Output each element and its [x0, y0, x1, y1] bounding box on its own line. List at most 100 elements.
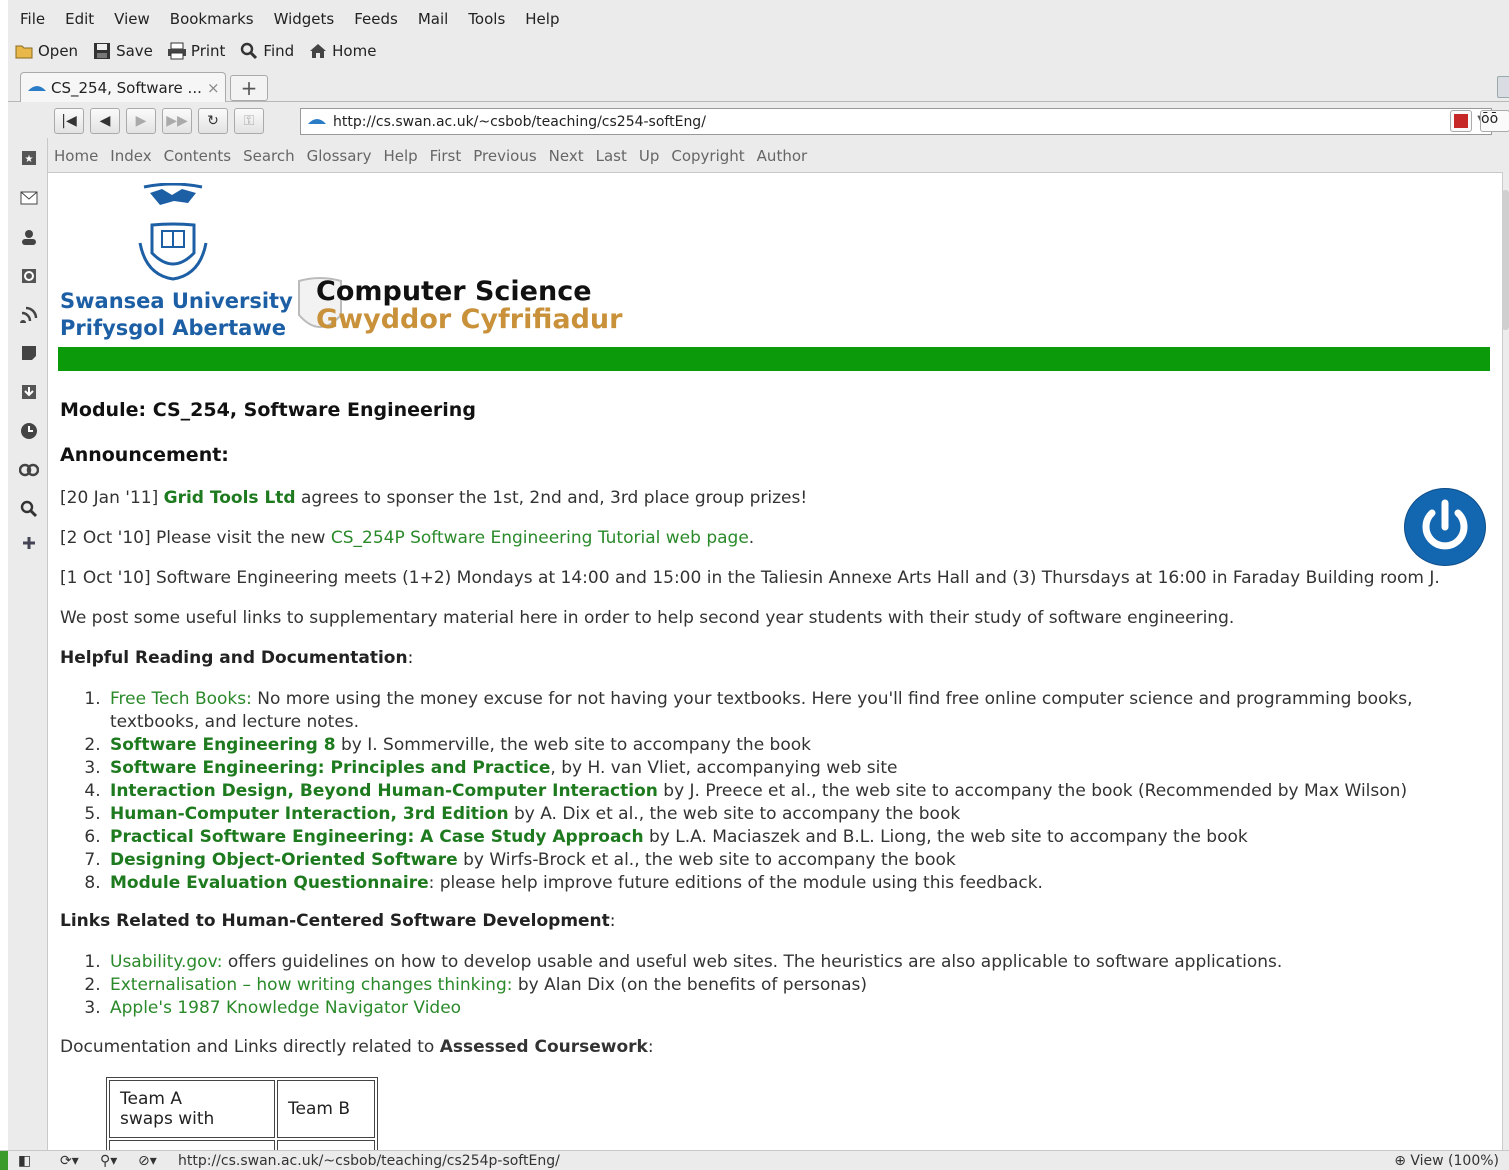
hcsd-list: Usability.gov: offers guidelines on how … — [106, 951, 1282, 1020]
folder-icon — [14, 41, 34, 61]
reading-link[interactable]: Practical Software Engineering: A Case S… — [110, 827, 644, 847]
open-button[interactable]: Open — [14, 41, 78, 61]
knowledge-navigator-link[interactable]: Apple's 1987 Knowledge Navigator Video — [110, 998, 461, 1018]
notes-panel-icon[interactable] — [19, 343, 39, 363]
reading-link[interactable]: Designing Object-Oriented Software — [110, 850, 458, 870]
list-item-text: by Alan Dix (on the benefits of personas… — [512, 975, 867, 995]
link-next[interactable]: Next — [549, 147, 584, 165]
forward-button[interactable]: ▶ — [126, 108, 156, 134]
mail-panel-icon[interactable] — [19, 188, 39, 208]
menu-feeds[interactable]: Feeds — [342, 10, 406, 28]
links-panel-icon[interactable] — [19, 460, 39, 480]
zoom-control[interactable]: ⊕ View (100%) — [1394, 1153, 1499, 1169]
usability-gov-link[interactable]: Usability.gov: — [110, 952, 222, 972]
add-panel-icon[interactable] — [19, 533, 39, 553]
rewind-icon: |◀ — [61, 113, 77, 129]
list-item: Software Engineering 8 by I. Sommerville… — [106, 734, 1413, 757]
free-tech-books-link[interactable]: Free Tech Books: — [110, 689, 252, 709]
power-button[interactable] — [1405, 489, 1485, 565]
link-home[interactable]: Home — [54, 147, 98, 165]
university-crest-icon — [138, 183, 208, 281]
rewind-button[interactable]: |◀ — [54, 108, 84, 134]
print-button[interactable]: Print — [167, 41, 226, 61]
module-title: Module: CS_254, Software Engineering — [60, 399, 476, 421]
menu-file[interactable]: File — [8, 10, 53, 28]
reading-link[interactable]: Software Engineering 8 — [110, 735, 336, 755]
reading-link[interactable]: Software Engineering: Principles and Pra… — [110, 758, 550, 778]
tab-cs254[interactable]: CS_254, Software ... × — [20, 72, 226, 102]
tab-close-icon[interactable]: × — [207, 79, 220, 97]
link-previous[interactable]: Previous — [473, 147, 536, 165]
menu-tools[interactable]: Tools — [456, 10, 513, 28]
search-panel-icon[interactable] — [19, 499, 39, 519]
page-content: Swansea University Prifysgol Abertawe Co… — [48, 172, 1502, 1150]
find-button[interactable]: Find — [239, 41, 294, 61]
link-copyright[interactable]: Copyright — [671, 147, 744, 165]
list-item-text: by J. Preece et al., the web site to acc… — [657, 781, 1408, 801]
downloads-panel-icon[interactable] — [19, 382, 39, 402]
link-contents[interactable]: Contents — [164, 147, 231, 165]
side-panel: ★ — [8, 138, 48, 1150]
externalisation-link[interactable]: Externalisation – how writing changes th… — [110, 975, 512, 995]
team-a-cell: Team Aswaps with — [109, 1080, 275, 1138]
navigation-bar: |◀ ◀ ▶ ▶▶ ↻ ⚿ http://cs.swan.ac.uk/~csbo… — [48, 104, 1509, 138]
save-button[interactable]: Save — [92, 41, 153, 61]
list-item-text: : please help improve future editions of… — [428, 873, 1043, 893]
magnifier-icon — [239, 41, 259, 61]
announcement-2: [2 Oct '10] Please visit the new CS_254P… — [60, 528, 754, 548]
menu-view[interactable]: View — [102, 10, 158, 28]
link-last[interactable]: Last — [596, 147, 627, 165]
menu-bookmarks[interactable]: Bookmarks — [158, 10, 262, 28]
fast-forward-button[interactable]: ▶▶ — [162, 108, 192, 134]
link-search[interactable]: Search — [243, 147, 295, 165]
menu-help[interactable]: Help — [513, 10, 567, 28]
power-icon — [1422, 499, 1468, 550]
link-help[interactable]: Help — [383, 147, 417, 165]
tutorial-page-link[interactable]: CS_254P Software Engineering Tutorial we… — [331, 528, 749, 548]
table-row: Team Aswaps with Team B — [109, 1080, 375, 1138]
save-label: Save — [116, 42, 153, 60]
history-panel-icon[interactable] — [19, 421, 39, 441]
grid-tools-link[interactable]: Grid Tools Ltd — [164, 488, 296, 508]
print-label: Print — [190, 42, 226, 60]
reading-link[interactable]: Human-Computer Interaction, 3rd Edition — [110, 804, 509, 824]
sync-icon[interactable]: ⟳▾ — [60, 1153, 79, 1169]
link-first[interactable]: First — [430, 147, 462, 165]
feed-status-icon[interactable]: ⚲▾ — [100, 1153, 117, 1169]
list-item: Usability.gov: offers guidelines on how … — [106, 951, 1282, 974]
coursework-intro: Documentation and Links directly related… — [60, 1037, 654, 1057]
house-icon — [308, 41, 328, 61]
content-blocker-icon[interactable]: ⊘▾ — [138, 1153, 157, 1169]
feeds-panel-icon[interactable] — [19, 304, 39, 324]
bookmark-page-button[interactable] — [1450, 110, 1472, 132]
trash-icon[interactable] — [1497, 76, 1509, 98]
home-button[interactable]: Home — [308, 41, 376, 61]
back-button[interactable]: ◀ — [90, 108, 120, 134]
questionnaire-link[interactable]: Module Evaluation Questionnaire — [110, 873, 429, 893]
coursework-intro-text: Documentation and Links directly related… — [60, 1037, 440, 1057]
url-text[interactable]: http://cs.swan.ac.uk/~csbob/teaching/cs2… — [333, 114, 706, 130]
list-item: Module Evaluation Questionnaire: please … — [106, 872, 1413, 895]
menu-widgets[interactable]: Widgets — [262, 10, 343, 28]
reading-link[interactable]: Interaction Design, Beyond Human-Compute… — [110, 781, 658, 801]
bookmarks-panel-icon[interactable]: ★ — [19, 148, 39, 168]
contacts-panel-icon[interactable] — [19, 227, 39, 247]
reload-button[interactable]: ↻ — [198, 108, 228, 134]
menu-mail[interactable]: Mail — [406, 10, 456, 28]
widgets-panel-icon[interactable] — [19, 266, 39, 286]
scrollbar-thumb[interactable] — [1502, 190, 1509, 330]
new-tab-button[interactable]: + — [230, 75, 268, 101]
link-glossary[interactable]: Glossary — [307, 147, 372, 165]
link-index[interactable]: Index — [110, 147, 151, 165]
list-item-text: by I. Sommerville, the web site to accom… — [335, 735, 811, 755]
wand-button[interactable]: ⚿ — [234, 108, 264, 134]
list-item: Software Engineering: Principles and Pra… — [106, 757, 1413, 780]
menu-edit[interactable]: Edit — [53, 10, 102, 28]
address-bar[interactable]: http://cs.swan.ac.uk/~csbob/teaching/cs2… — [300, 108, 1492, 135]
panel-toggle-icon[interactable]: ◧ — [18, 1153, 31, 1169]
link-up[interactable]: Up — [639, 147, 660, 165]
link-author[interactable]: Author — [757, 147, 808, 165]
binoculars-icon[interactable]: ōō — [1480, 110, 1509, 132]
reading-heading: Helpful Reading and Documentation: — [60, 648, 414, 668]
team-swap-table: Team Aswaps with Team B — [106, 1077, 378, 1150]
